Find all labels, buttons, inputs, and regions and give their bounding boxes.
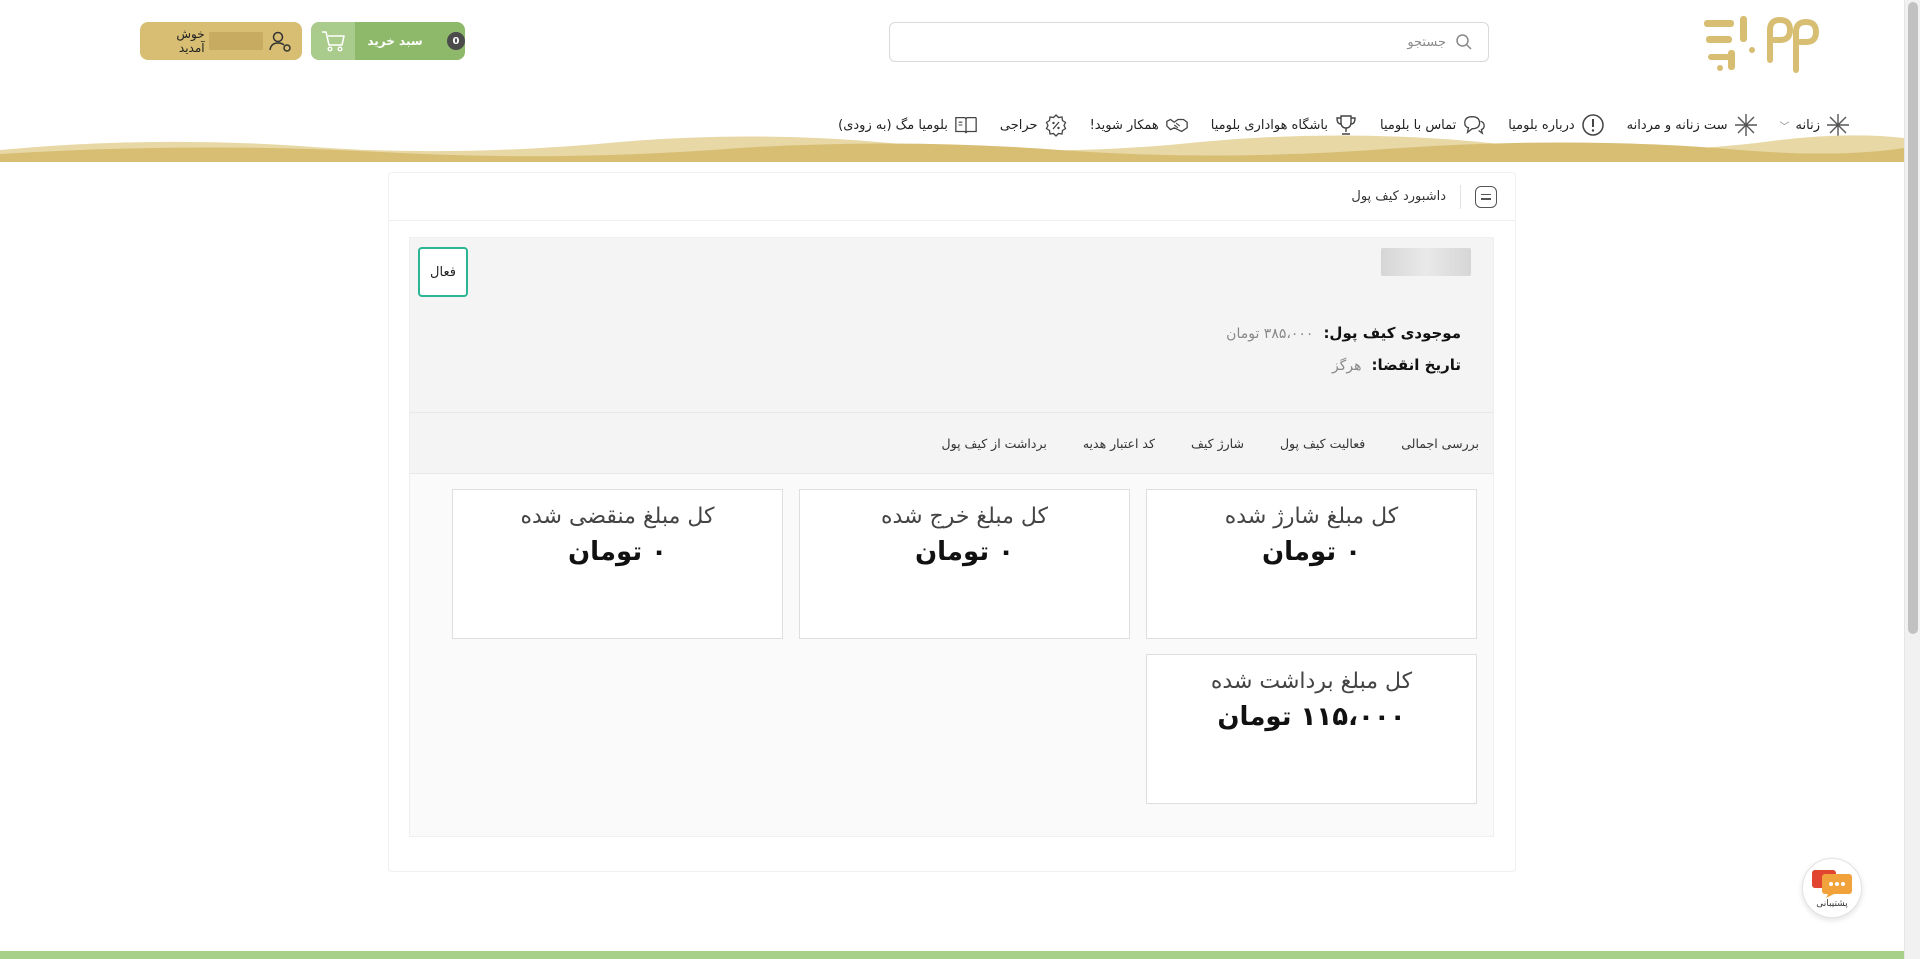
expiry-row: تاریخ انقضا: هرگز [1226,356,1461,374]
site-header: 0 سبد خرید خوش آمدید زنانه ﹀ ست زنانه و … [0,0,1904,162]
expiry-value: هرگز [1331,358,1362,374]
balance-row: موجودی کیف پول: ۳۸۵،۰۰۰ تومان [1226,324,1461,342]
stats-cards: کل مبلغ شارژ شده ۰ تومان کل مبلغ خرج شده… [410,474,1493,834]
header-wave-decoration [0,135,1904,162]
wallet-info: موجودی کیف پول: ۳۸۵،۰۰۰ تومان تاریخ انقض… [1226,324,1461,388]
dashboard-header: داشبورد کیف پول [389,173,1515,221]
support-chat-icon [1812,869,1852,898]
stat-label: کل مبلغ خرج شده [881,504,1048,529]
tab-charge-wallet[interactable]: شارژ کیف [1191,436,1244,451]
balance-label: موجودی کیف پول: [1323,324,1461,342]
wallet-summary: فعال موجودی کیف پول: ۳۸۵،۰۰۰ تومان تاریخ… [410,238,1493,412]
wallet-dashboard: داشبورد کیف پول فعال موجودی کیف پول: ۳۸۵… [388,172,1516,872]
support-label: پشتیبانی [1816,898,1848,909]
search-input[interactable] [904,23,1446,61]
user-account-button[interactable]: خوش آمدید [140,22,302,60]
cart-label: سبد خرید [367,34,423,48]
tab-gift-credit-code[interactable]: کد اعتبار هدیه [1083,436,1155,451]
balance-value: ۳۸۵،۰۰۰ تومان [1226,326,1314,342]
stat-label: کل مبلغ منقضی شده [520,504,715,529]
wallet-name-redacted [1381,248,1471,276]
user-greeting: خوش آمدید [176,27,205,55]
search-box[interactable] [889,22,1489,62]
stat-value: ۰ تومان [914,537,1015,567]
tab-withdraw[interactable]: برداشت از کیف پول [942,436,1047,451]
cart-count-badge: 0 [447,32,465,50]
stat-label: کل مبلغ برداشت شده [1210,669,1413,694]
stat-value: ۰ تومان [1261,537,1362,567]
footer-bar [0,951,1904,959]
stat-label: کل مبلغ شارژ شده [1224,504,1399,529]
status-badge: فعال [418,247,468,297]
scrollbar-thumb[interactable] [1908,2,1918,634]
stat-card-withdrawn: کل مبلغ برداشت شده ۱۱۵،۰۰۰ تومان [1146,654,1477,804]
expiry-label: تاریخ انقضا: [1371,356,1461,374]
cart-button[interactable]: 0 سبد خرید [311,22,465,60]
tab-wallet-activity[interactable]: فعالیت کیف پول [1280,436,1365,451]
page-title: داشبورد کیف پول [1351,189,1446,204]
stat-card-expired: کل مبلغ منقضی شده ۰ تومان [452,489,783,639]
wallet-panel: فعال موجودی کیف پول: ۳۸۵،۰۰۰ تومان تاریخ… [409,237,1494,837]
support-chat-button[interactable]: پشتیبانی [1802,858,1862,918]
divider [1460,184,1461,209]
user-name-redacted [208,32,264,50]
tab-overview[interactable]: بررسی اجمالی [1401,436,1479,451]
stat-card-charged: کل مبلغ شارژ شده ۰ تومان [1146,489,1477,639]
stat-value: ۰ تومان [567,537,668,567]
wallet-tabs: بررسی اجمالی فعالیت کیف پول شارژ کیف کد … [410,412,1493,474]
cart-icon [311,22,355,60]
user-icon [267,28,292,54]
menu-icon[interactable] [1475,185,1497,208]
stat-card-spent: کل مبلغ خرج شده ۰ تومان [799,489,1130,639]
stat-value: ۱۱۵،۰۰۰ تومان [1217,702,1406,732]
search-icon[interactable] [1454,32,1474,52]
brand-logo[interactable] [1700,10,1822,74]
page-scrollbar[interactable] [1904,0,1920,959]
